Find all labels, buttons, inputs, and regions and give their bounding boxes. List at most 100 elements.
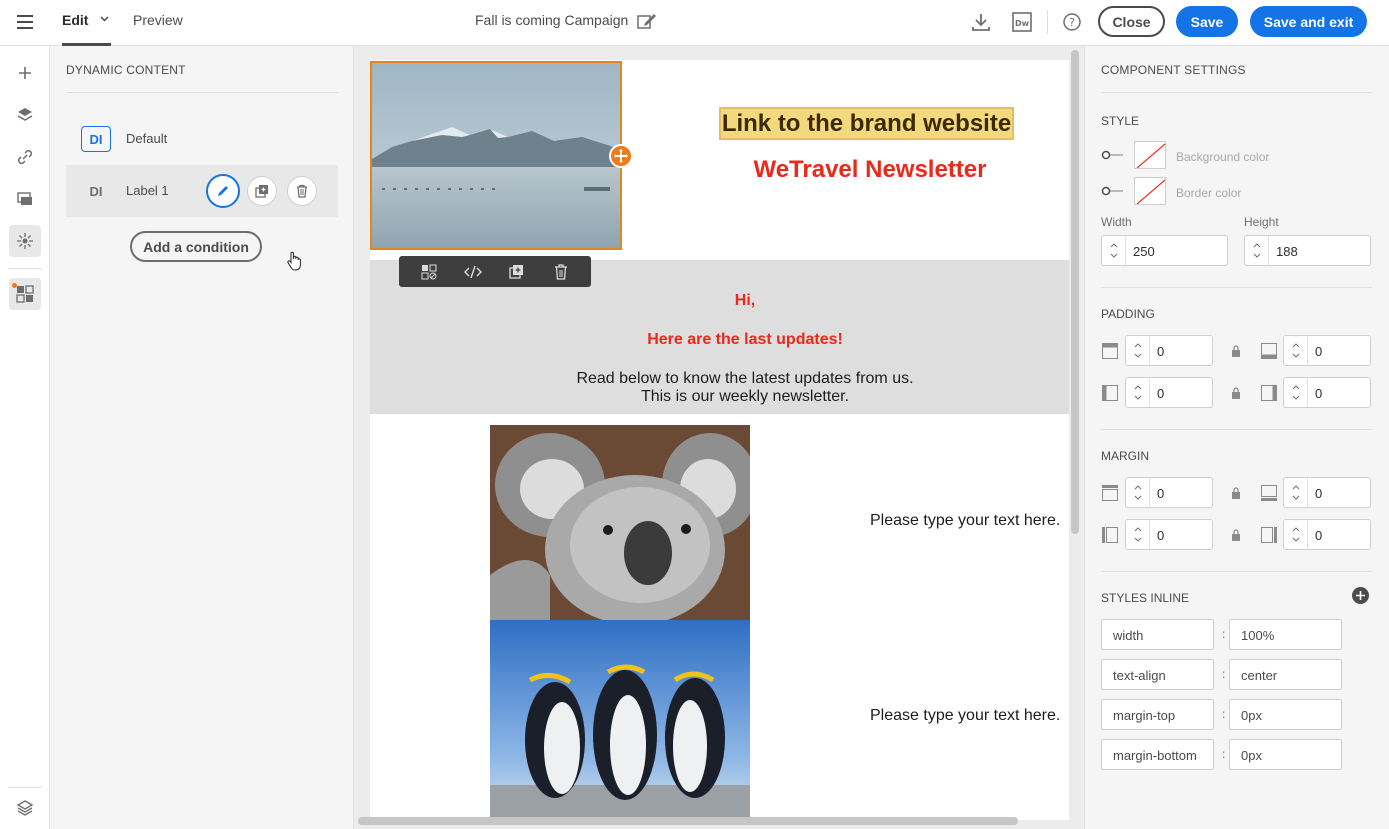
download-icon[interactable]	[970, 11, 992, 33]
inline-style-property[interactable]: margin-bottom	[1101, 739, 1214, 770]
drag-handle-icon[interactable]	[609, 144, 633, 168]
menu-icon[interactable]	[17, 15, 33, 29]
pencil-icon	[218, 186, 228, 196]
height-stepper[interactable]	[1245, 236, 1269, 265]
edit-condition-button[interactable]	[206, 174, 240, 208]
edit-title-icon[interactable]	[637, 12, 657, 30]
padding-right-stepper[interactable]	[1284, 378, 1308, 407]
dynamic-item-label: Default	[126, 131, 168, 146]
padding-top-value: 0	[1157, 344, 1165, 359]
close-button[interactable]: Close	[1098, 6, 1165, 37]
padding-bottom-stepper[interactable]	[1284, 336, 1308, 365]
duplicate-component-icon[interactable]	[506, 261, 528, 283]
padding-left-input[interactable]: 0	[1125, 377, 1213, 408]
email-canvas: Link to the brand website WeTravel Newsl…	[354, 46, 1084, 829]
code-icon[interactable]	[462, 261, 484, 283]
intro-line-1: Read below to know the latest updates fr…	[576, 370, 914, 387]
personalization-icon[interactable]	[9, 225, 41, 257]
border-color-swatch[interactable]	[1134, 177, 1166, 205]
width-stepper[interactable]	[1102, 236, 1126, 265]
add-condition-button[interactable]: Add a condition	[130, 231, 262, 262]
background-color-swatch[interactable]	[1134, 141, 1166, 169]
chevron-down-icon[interactable]	[100, 16, 109, 22]
structure-layers-icon[interactable]	[9, 792, 41, 824]
dynamic-content-toggle-icon[interactable]	[418, 261, 440, 283]
tab-preview[interactable]: Preview	[133, 12, 183, 28]
help-icon[interactable]: ?	[1061, 11, 1083, 33]
duplicate-condition-button[interactable]	[247, 176, 277, 206]
inline-style-colon: :	[1222, 707, 1226, 721]
lock-icon[interactable]	[1231, 345, 1241, 357]
margin-bottom-stepper[interactable]	[1284, 478, 1308, 507]
padding-right-icon	[1261, 385, 1277, 401]
margin-top-stepper[interactable]	[1126, 478, 1150, 507]
inline-style-value[interactable]: 0px	[1229, 699, 1342, 730]
width-input[interactable]: 250	[1101, 235, 1228, 266]
padding-bottom-icon	[1261, 343, 1277, 359]
inline-style-value[interactable]: center	[1229, 659, 1342, 690]
newsletter-title[interactable]: WeTravel Newsletter	[720, 156, 1020, 184]
inline-style-property[interactable]: width	[1101, 619, 1214, 650]
hero-image-selected[interactable]	[370, 61, 622, 250]
background-color-label: Background color	[1176, 150, 1270, 164]
padding-top-icon	[1102, 343, 1118, 359]
lock-icon[interactable]	[1231, 387, 1241, 399]
save-and-exit-button[interactable]: Save and exit	[1250, 6, 1367, 37]
lock-icon[interactable]	[1231, 529, 1241, 541]
placeholder-text-1[interactable]: Please type your text here.	[870, 512, 1060, 530]
padding-bottom-input[interactable]: 0	[1283, 335, 1371, 366]
padding-top-stepper[interactable]	[1126, 336, 1150, 365]
rail-divider	[8, 268, 42, 269]
svg-text:?: ?	[1069, 16, 1075, 29]
horizontal-scrollbar[interactable]	[358, 817, 1018, 825]
margin-left-stepper[interactable]	[1126, 520, 1150, 549]
padding-heading: PADDING	[1101, 307, 1155, 321]
placeholder-text-2[interactable]: Please type your text here.	[870, 707, 1060, 725]
add-inline-style-icon[interactable]	[1352, 587, 1369, 604]
koala-image[interactable]	[490, 425, 750, 620]
dreamweaver-icon[interactable]: Dw	[1011, 11, 1033, 33]
delete-condition-button[interactable]	[287, 176, 317, 206]
settings-divider	[1101, 287, 1372, 288]
margin-right-input[interactable]: 0	[1283, 519, 1371, 550]
add-component-icon[interactable]	[9, 57, 41, 89]
background-color-toggle[interactable]	[1101, 150, 1125, 160]
lock-icon[interactable]	[1231, 487, 1241, 499]
margin-bottom-input[interactable]: 0	[1283, 477, 1371, 508]
updates-heading: Here are the last updates!	[647, 331, 843, 348]
vertical-scrollbar[interactable]	[1071, 50, 1079, 534]
di-badge: DI	[89, 183, 103, 199]
padding-top-input[interactable]: 0	[1125, 335, 1213, 366]
delete-component-icon[interactable]	[550, 261, 572, 283]
save-button[interactable]: Save	[1176, 6, 1238, 37]
brand-website-link[interactable]: Link to the brand website	[719, 107, 1014, 140]
margin-top-icon	[1102, 485, 1118, 501]
left-rail	[0, 46, 50, 829]
border-color-toggle[interactable]	[1101, 186, 1125, 196]
inline-style-colon: :	[1222, 747, 1226, 761]
margin-top-input[interactable]: 0	[1125, 477, 1213, 508]
dynamic-item-label-1[interactable]: DI Label 1	[66, 165, 338, 217]
tab-edit[interactable]: Edit	[62, 12, 88, 28]
padding-left-stepper[interactable]	[1126, 378, 1150, 407]
styles-inline-heading: STYLES INLINE	[1101, 591, 1190, 605]
dynamic-content-panel: DYNAMIC CONTENT DI Default DI Label 1 Ad…	[50, 46, 354, 829]
link-icon[interactable]	[9, 141, 41, 173]
penguins-image[interactable]	[490, 620, 750, 820]
component-toolbar	[399, 256, 591, 287]
margin-left-input[interactable]: 0	[1125, 519, 1213, 550]
padding-left-icon	[1102, 385, 1118, 401]
width-value: 250	[1133, 244, 1155, 259]
inline-style-value[interactable]: 0px	[1229, 739, 1342, 770]
padding-right-input[interactable]: 0	[1283, 377, 1371, 408]
assets-icon[interactable]	[9, 183, 41, 215]
dynamic-item-default[interactable]: DI Default	[66, 113, 338, 165]
inline-style-property[interactable]: margin-top	[1101, 699, 1214, 730]
margin-right-stepper[interactable]	[1284, 520, 1308, 549]
height-input[interactable]: 188	[1244, 235, 1371, 266]
inline-style-colon: :	[1222, 667, 1226, 681]
settings-divider	[1101, 92, 1372, 93]
inline-style-value[interactable]: 100%	[1229, 619, 1342, 650]
layers-icon[interactable]	[9, 99, 41, 131]
inline-style-property[interactable]: text-align	[1101, 659, 1214, 690]
